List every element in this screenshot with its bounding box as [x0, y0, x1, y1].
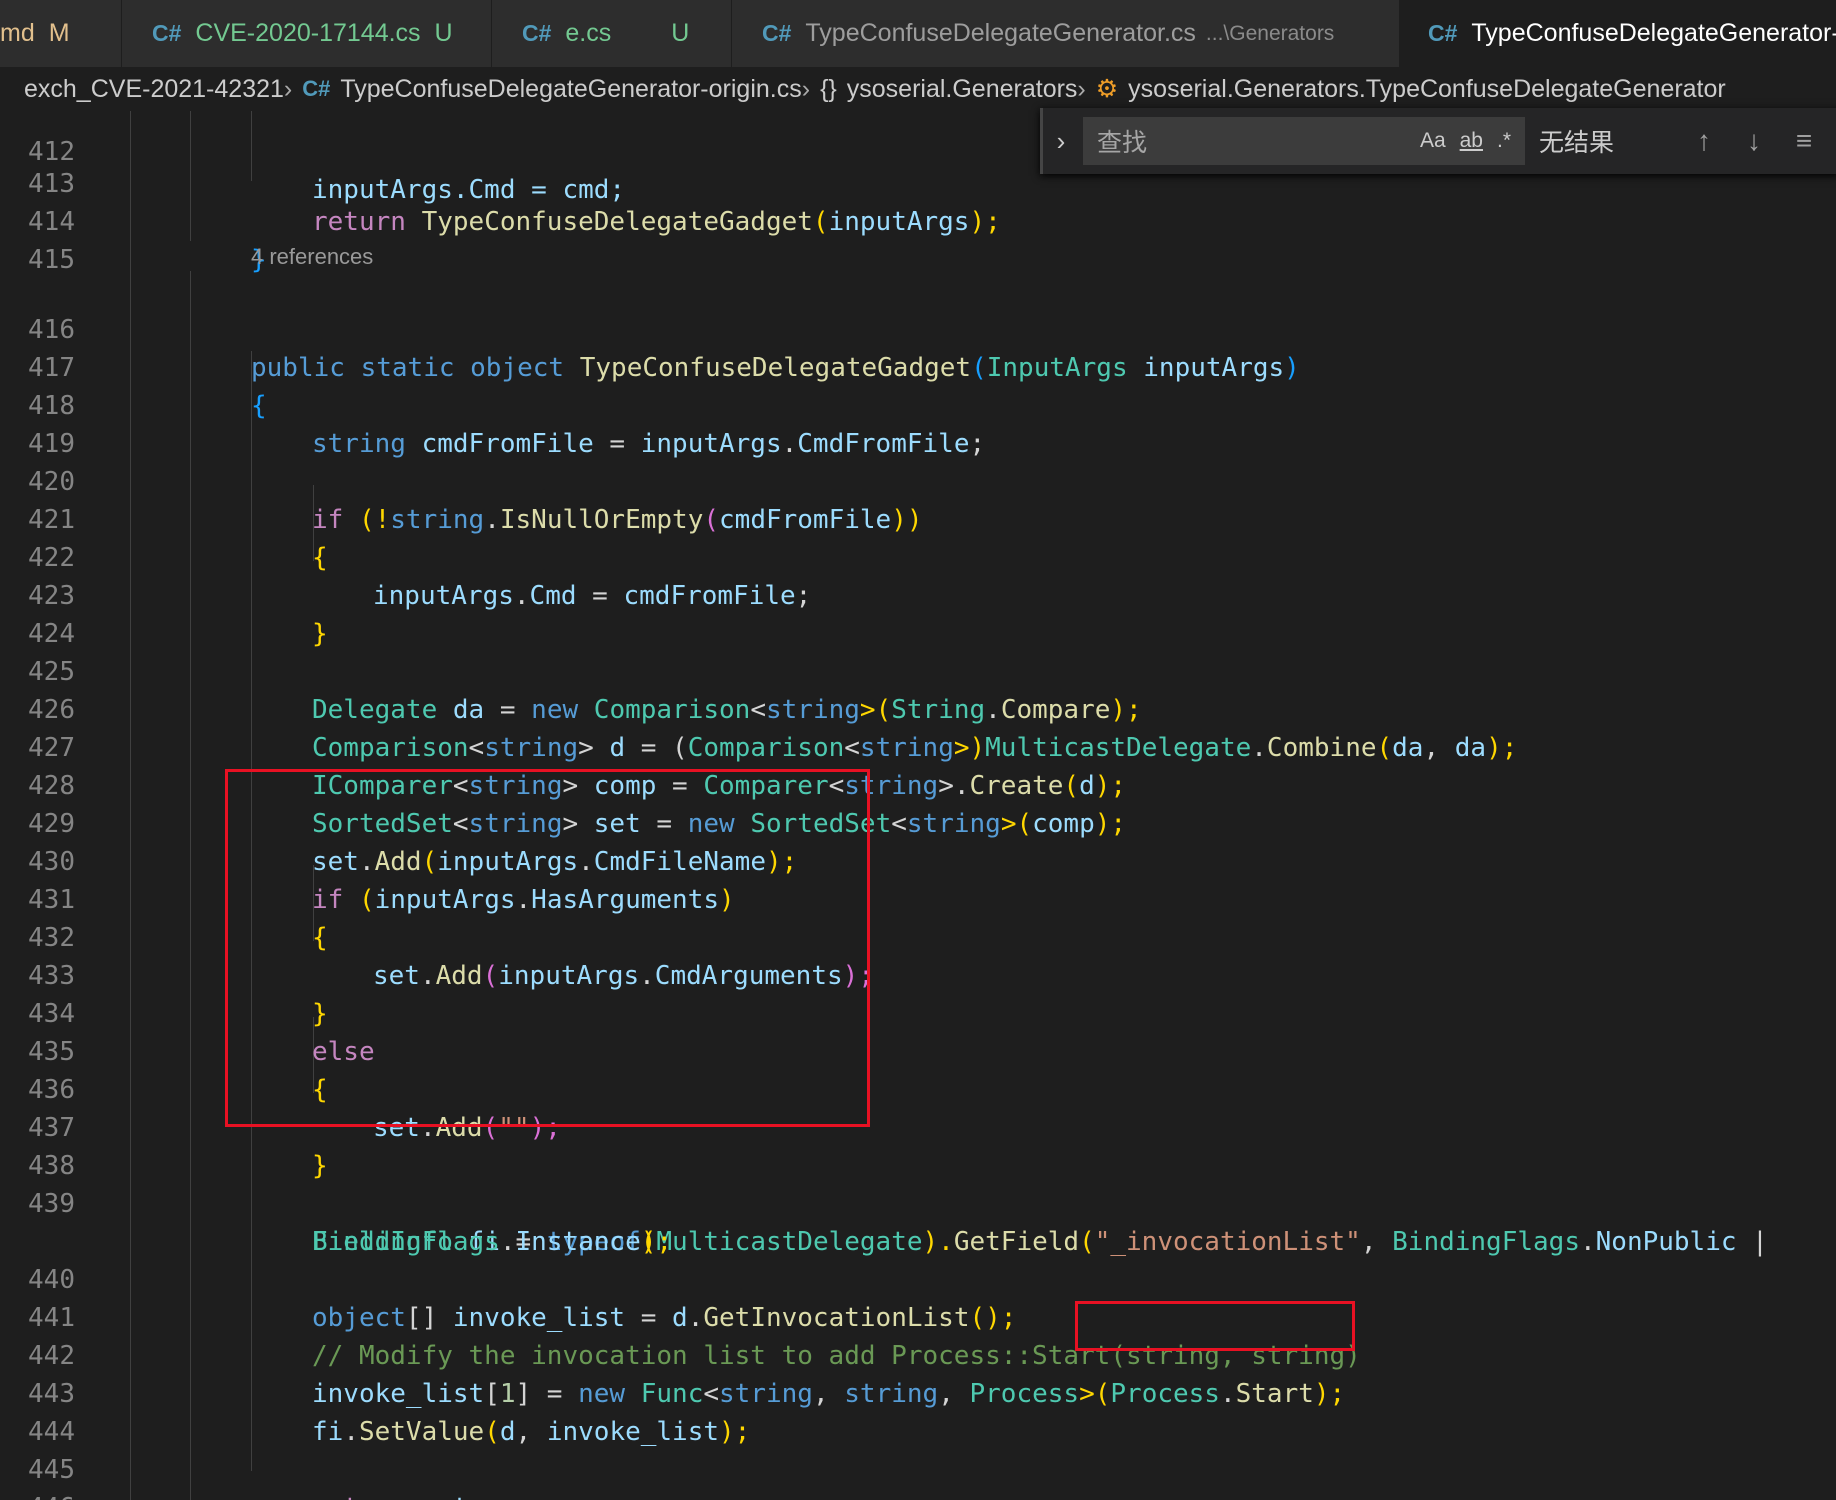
code-line: 445 return set; [0, 1413, 1836, 1500]
tab-label: e.cs [565, 19, 612, 47]
code-line: 422 inputArgs.Cmd = cmdFromFile; [0, 501, 1836, 611]
code-line: 440 object[] invoke_list = d.GetInvocati… [0, 1223, 1836, 1333]
find-widget: › 查找 Aa ab .* 无结果 ↑ ↓ ≡ [1040, 108, 1836, 174]
tab-status: U [671, 19, 690, 47]
breadcrumb-namespace[interactable]: ysoserial.Generators [847, 75, 1078, 104]
code-line: 419 [0, 387, 1836, 459]
chevron-right-icon: › [283, 74, 293, 103]
annotation-box-process-start [1075, 1301, 1355, 1351]
tab-bar: md M C# CVE-2020-17144.cs U C# e.cs U C#… [0, 0, 1836, 67]
tab-status: U [434, 19, 453, 47]
tab-md[interactable]: md M [0, 0, 122, 67]
chevron-right-icon[interactable]: › [1043, 126, 1079, 157]
code-line: 420 if (!string.IsNullOrEmpty(cmdFromFil… [0, 425, 1836, 535]
code-line: 439 FieldInfo fi = typeof(MulticastDeleg… [0, 1147, 1836, 1257]
csharp-icon: C# [762, 20, 792, 46]
find-result: 无结果 [1539, 129, 1615, 157]
code-line: 415 [0, 203, 1836, 275]
tab-label: md [0, 19, 35, 47]
regex-icon[interactable]: .* [1497, 129, 1511, 153]
breadcrumb: exch_CVE-2021-42321 › C# TypeConfuseDele… [0, 67, 1836, 111]
tab-label: TypeConfuseDelegateGenerator.cs [805, 19, 1196, 47]
tab-label: CVE-2020-17144.cs [195, 19, 421, 47]
tab-typeconfuse-generator[interactable]: C# TypeConfuseDelegateGenerator.cs ...\G… [732, 0, 1400, 67]
code-line: 444 [0, 1375, 1836, 1447]
namespace-icon: {} [820, 74, 837, 103]
chevron-right-icon: › [801, 74, 811, 103]
codelens-references[interactable]: 4 references [251, 242, 373, 272]
code-text: return set; [312, 1489, 484, 1500]
tab-status: M [48, 19, 70, 47]
code-line: 423 } [0, 539, 1836, 649]
breadcrumb-class[interactable]: ysoserial.Generators.TypeConfuseDelegate… [1128, 75, 1726, 104]
csharp-icon: C# [1428, 20, 1458, 46]
code-line: 442 invoke_list[1] = new Func<string, st… [0, 1299, 1836, 1409]
code-line: 417 { [0, 311, 1836, 421]
tab-cve-2020-17144[interactable]: C# CVE-2020-17144.cs U [122, 0, 492, 67]
code-line: 416 public static object TypeConfuseDele… [0, 273, 1836, 383]
line-number: 446 [0, 1489, 75, 1500]
code-line: 428 SortedSet<string> set = new SortedSe… [0, 729, 1836, 839]
code-line: BindingFlags.Instance); [0, 1185, 1836, 1257]
csharp-icon: C# [522, 20, 552, 46]
code-editor[interactable]: 412 inputArgs.Cmd = cmd; 413 return Type… [0, 111, 1836, 1500]
annotation-box-set-add [225, 769, 870, 1127]
code-line: 441 // Modify the invocation list to add… [0, 1261, 1836, 1371]
code-line: 421 { [0, 463, 1836, 573]
code-line: 418 string cmdFromFile = inputArgs.CmdFr… [0, 349, 1836, 459]
code-line: 424 [0, 577, 1836, 649]
match-case-icon[interactable]: Aa [1420, 129, 1446, 153]
code-line: 426 Comparison<string> d = (Comparison<s… [0, 653, 1836, 763]
whole-word-icon[interactable]: ab [1460, 129, 1483, 153]
arrow-down-icon[interactable]: ↓ [1729, 125, 1779, 157]
menu-icon[interactable]: ≡ [1779, 125, 1829, 157]
find-input[interactable]: 查找 Aa ab .* [1083, 117, 1525, 165]
code-line: 446 } [0, 1451, 1836, 1500]
tab-label: TypeConfuseDelegateGenerator- [1471, 19, 1836, 47]
tab-typeconfuse-origin[interactable]: C# TypeConfuseDelegateGenerator- [1400, 0, 1836, 67]
breadcrumb-folder[interactable]: exch_CVE-2021-42321 [24, 75, 284, 104]
breadcrumb-file[interactable]: TypeConfuseDelegateGenerator-origin.cs [340, 75, 801, 104]
csharp-icon: C# [302, 76, 331, 101]
chevron-right-icon: › [1077, 74, 1086, 103]
arrow-up-icon[interactable]: ↑ [1679, 125, 1729, 157]
csharp-icon: C# [152, 20, 182, 46]
tab-e-cs[interactable]: C# e.cs U [492, 0, 732, 67]
tab-description: ...\Generators [1205, 21, 1335, 45]
code-line: 427 IComparer<string> comp = Comparer<st… [0, 691, 1836, 801]
find-placeholder: 查找 [1097, 129, 1148, 157]
code-line: 425 Delegate da = new Comparison<string>… [0, 615, 1836, 725]
class-icon: ⚙ [1095, 75, 1119, 103]
code-line: 443 fi.SetValue(d, invoke_list); [0, 1337, 1836, 1447]
